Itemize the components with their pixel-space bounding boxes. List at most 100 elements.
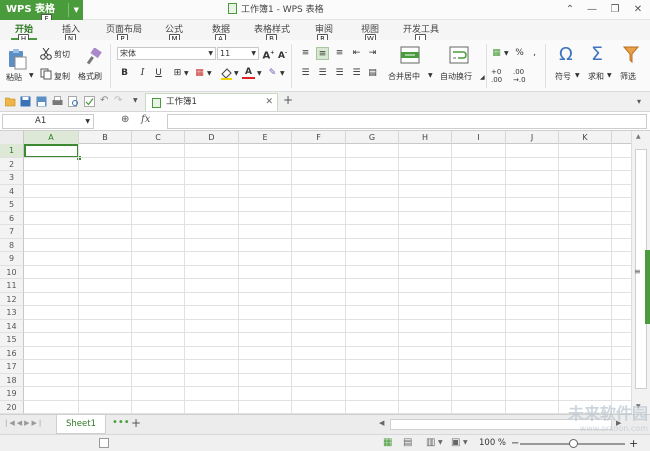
alignment-launcher-icon[interactable]: ◢ [480,74,485,81]
sum-label[interactable]: 求和 [588,71,604,82]
column-header[interactable]: G [346,131,399,144]
align-bottom-icon[interactable]: ≡ [333,47,346,60]
row-header[interactable]: 17 [0,360,24,374]
cut-icon[interactable] [40,47,52,60]
symbol-dropdown-icon[interactable]: ▼ [575,72,580,79]
column-header[interactable]: D [185,131,239,144]
row-header[interactable]: 12 [0,292,24,306]
collapse-ribbon-icon[interactable]: ⌃ [558,0,582,20]
symbol-icon[interactable]: Ω [559,44,573,65]
increase-indent-icon[interactable]: ⇥ [366,47,379,60]
redo-icon[interactable]: ↷ [114,95,122,106]
formula-input[interactable] [167,114,647,129]
number-format-dropdown-icon[interactable]: ▼ [504,50,509,57]
save-as-icon[interactable] [36,96,47,107]
grow-font-button[interactable]: A+ [262,47,275,61]
increase-decimal-icon[interactable]: +0.00 [491,68,502,84]
row-header[interactable]: 5 [0,198,24,212]
align-middle-icon[interactable]: ≡ [316,47,329,60]
row-header[interactable]: 16 [0,346,24,360]
row-header[interactable]: 1 [0,144,24,158]
tab-list-icon[interactable]: ▾ [637,97,641,106]
customize-quick-access-icon[interactable]: ▼ [133,97,138,104]
row-header[interactable]: 3 [0,171,24,185]
clear-format-dropdown-icon[interactable]: ▼ [280,70,285,77]
format-painter-label[interactable]: 格式刷 [78,71,102,82]
column-header[interactable]: H [399,131,452,144]
sheet-nav-arrows-icon[interactable]: |◀◀▶▶| [5,419,43,427]
copy-label[interactable]: 复制 [54,71,70,82]
format-painter-icon[interactable] [85,47,103,66]
save-icon[interactable] [20,96,31,107]
filter-icon[interactable] [622,46,640,64]
align-right-icon[interactable]: ☰ [333,67,346,80]
row-header[interactable]: 9 [0,252,24,266]
font-name-select[interactable]: 宋体 ▼ [117,47,216,60]
wrap-text-label[interactable]: 自动换行 [440,71,472,82]
font-color-icon[interactable]: A [242,66,255,79]
document-tab[interactable]: 工作簿1 ✕ [145,93,278,111]
print-preview-icon[interactable] [68,96,79,107]
page-layout-view-icon[interactable]: ▤ [403,437,412,448]
add-sheet-icon[interactable]: + [131,416,141,430]
column-header[interactable]: J [506,131,559,144]
fill-color-icon[interactable] [220,67,233,80]
cell-style-icon[interactable]: ▦ [193,67,206,80]
copy-icon[interactable] [40,68,52,80]
print-icon[interactable] [52,96,63,107]
reading-mode-dropdown-icon[interactable]: ▼ [463,439,468,446]
cell-style-dropdown-icon[interactable]: ▼ [207,70,212,77]
row-header[interactable]: 7 [0,225,24,239]
merge-center-label[interactable]: 合并居中 [388,71,420,82]
column-header[interactable]: A [24,131,79,144]
decrease-decimal-icon[interactable]: .00 →.0 [513,68,526,84]
row-header[interactable]: 14 [0,319,24,333]
undo-icon[interactable]: ↶ [100,95,108,106]
shrink-font-button[interactable]: A- [276,47,289,61]
paste-label[interactable]: 粘贴 [6,72,22,83]
macro-record-icon[interactable] [99,438,109,448]
scroll-left-icon[interactable]: ◀ [379,419,384,427]
merge-center-dropdown-icon[interactable]: ▼ [428,72,433,79]
column-header[interactable]: C [132,131,185,144]
paste-button[interactable] [6,48,28,70]
zoom-slider-knob[interactable] [569,439,578,448]
row-header[interactable]: 10 [0,265,24,279]
distributed-icon[interactable]: ▤ [366,67,379,80]
font-size-select[interactable]: 11 ▼ [217,47,259,60]
normal-view-icon[interactable]: ▦ [383,437,392,448]
row-header[interactable]: 4 [0,184,24,198]
row-header[interactable]: 20 [0,400,24,414]
align-top-icon[interactable]: ≡ [299,47,312,60]
fill-color-dropdown-icon[interactable]: ▼ [234,70,239,77]
paste-dropdown-icon[interactable]: ▼ [29,72,34,79]
cut-label[interactable]: 剪切 [54,49,70,60]
justify-icon[interactable]: ☰ [350,67,363,80]
column-header[interactable]: I [452,131,506,144]
page-break-view-icon[interactable]: ▥ [426,437,435,448]
decrease-indent-icon[interactable]: ⇤ [350,47,363,60]
close-button[interactable]: ✕ [626,0,650,20]
column-header[interactable]: B [79,131,132,144]
clear-format-icon[interactable]: ✎ [266,67,279,80]
select-all-corner[interactable] [0,131,24,144]
wrap-text-icon[interactable] [449,46,469,64]
filter-label[interactable]: 筛选 [620,71,636,82]
comma-button[interactable]: , [528,47,541,60]
sum-icon[interactable]: Σ [591,43,603,65]
align-center-icon[interactable]: ☰ [316,67,329,80]
zoom-search-icon[interactable]: ⊕ [121,114,129,125]
column-header[interactable]: E [239,131,292,144]
more-sheets-icon[interactable]: ••• [112,417,130,428]
row-header[interactable]: 19 [0,387,24,401]
italic-button[interactable]: I [136,67,149,80]
spell-check-icon[interactable] [84,96,95,107]
reading-mode-icon[interactable]: ▣ [451,437,460,448]
borders-icon[interactable]: ⊞ [171,67,184,80]
merge-center-icon[interactable] [400,46,420,64]
underline-button[interactable]: U [152,67,165,80]
sheet-tab[interactable]: Sheet1 [56,415,106,434]
minimize-button[interactable]: — [580,0,604,20]
number-format-icon[interactable]: ▦ [490,47,503,60]
scroll-up-icon[interactable]: ▲ [636,133,641,140]
